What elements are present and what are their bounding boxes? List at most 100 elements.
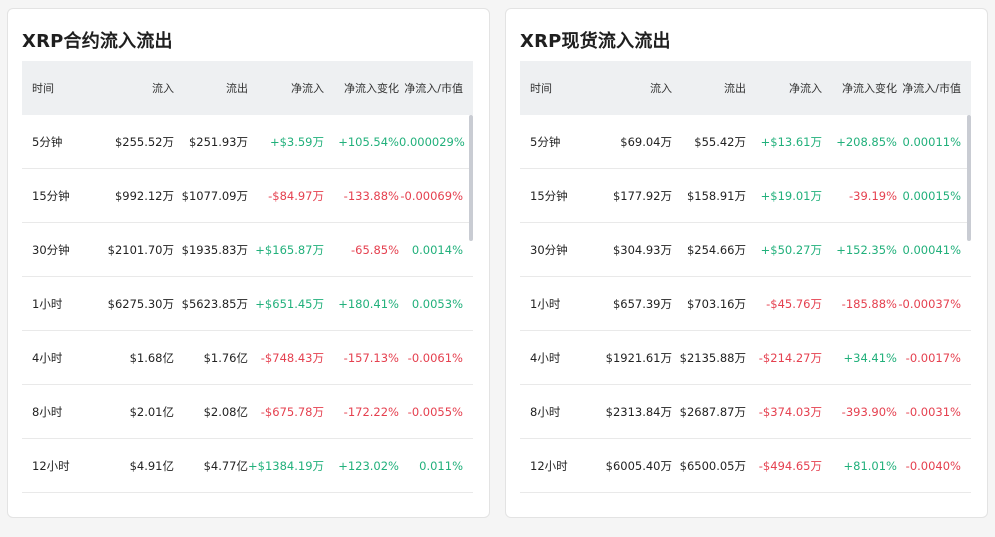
cell-net-change: -39.19% xyxy=(849,188,897,203)
cell-outflow: $4.77亿 xyxy=(203,458,248,473)
cell-net-inflow: +$651.45万 xyxy=(255,296,324,311)
cell-time: 15分钟 xyxy=(530,188,568,203)
cell-net-market-cap: 0.00015% xyxy=(902,188,961,203)
cell-inflow: $992.12万 xyxy=(114,188,174,203)
cell-net-inflow: +$19.01万 xyxy=(760,188,822,203)
cell-outflow: $2.08亿 xyxy=(203,404,248,419)
table-row: 8小时 $2313.84万 $2687.87万 -$374.03万 -393.9… xyxy=(520,385,971,439)
cell-outflow: $254.66万 xyxy=(686,242,746,257)
header-net-change: 净流入变化 xyxy=(344,82,399,95)
cell-inflow: $177.92万 xyxy=(612,188,672,203)
cell-time: 30分钟 xyxy=(530,242,568,257)
cell-inflow: $2313.84万 xyxy=(605,404,672,419)
cell-outflow: $1077.09万 xyxy=(181,188,248,203)
contract-flow-table: 时间 流入 流出 净流入 净流入变化 净流入/市值 5分钟 $255.52万 $… xyxy=(22,61,473,501)
table-row: 15分钟 $992.12万 $1077.09万 -$84.97万 -133.88… xyxy=(22,169,473,223)
cell-net-inflow: -$84.97万 xyxy=(268,188,324,203)
cell-time: 30分钟 xyxy=(32,242,70,257)
cell-net-inflow: +$50.27万 xyxy=(760,242,822,257)
cell-net-change: +123.02% xyxy=(338,458,399,473)
table-row: 8小时 $2.01亿 $2.08亿 -$675.78万 -172.22% -0.… xyxy=(22,385,473,439)
header-time: 时间 xyxy=(32,82,54,95)
cell-net-change: -393.90% xyxy=(841,404,897,419)
cell-net-inflow: -$748.43万 xyxy=(260,350,324,365)
header-inflow: 流入 xyxy=(152,82,174,95)
cell-net-market-cap: 0.0014% xyxy=(411,242,463,257)
cell-inflow: $657.39万 xyxy=(612,296,672,311)
cell-time: 8小时 xyxy=(530,404,561,419)
cell-inflow: $304.93万 xyxy=(612,242,672,257)
table-body: 5分钟 $255.52万 $251.93万 +$3.59万 +105.54% 0… xyxy=(22,115,473,493)
cell-inflow: $255.52万 xyxy=(114,134,174,149)
table-row: 4小时 $1.68亿 $1.76亿 -$748.43万 -157.13% -0.… xyxy=(22,331,473,385)
table-row: 5分钟 $69.04万 $55.42万 +$13.61万 +208.85% 0.… xyxy=(520,115,971,169)
contract-flow-title: XRP合约流入流出 xyxy=(22,31,173,52)
spot-flow-title: XRP现货流入流出 xyxy=(520,31,671,52)
cell-net-inflow: +$165.87万 xyxy=(255,242,324,257)
table-header: 时间 流入 流出 净流入 净流入变化 净流入/市值 xyxy=(520,61,971,115)
cell-time: 15分钟 xyxy=(32,188,70,203)
header-net-market-cap: 净流入/市值 xyxy=(404,82,463,95)
table-row: 5分钟 $255.52万 $251.93万 +$3.59万 +105.54% 0… xyxy=(22,115,473,169)
table-row: 4小时 $1921.61万 $2135.88万 -$214.27万 +34.41… xyxy=(520,331,971,385)
cell-inflow: $6275.30万 xyxy=(107,296,174,311)
cell-net-market-cap: -0.0017% xyxy=(905,350,961,365)
cell-time: 5分钟 xyxy=(530,134,561,149)
cell-net-inflow: -$214.27万 xyxy=(758,350,822,365)
table-scrollbar[interactable] xyxy=(967,115,971,241)
table-row: 15分钟 $177.92万 $158.91万 +$19.01万 -39.19% … xyxy=(520,169,971,223)
header-net-inflow: 净流入 xyxy=(789,82,822,95)
cell-inflow: $69.04万 xyxy=(620,134,672,149)
cell-net-change: +152.35% xyxy=(836,242,897,257)
header-net-market-cap: 净流入/市值 xyxy=(902,82,961,95)
table-row: 30分钟 $2101.70万 $1935.83万 +$165.87万 -65.8… xyxy=(22,223,473,277)
cell-outflow: $158.91万 xyxy=(686,188,746,203)
header-inflow: 流入 xyxy=(650,82,672,95)
cell-net-market-cap: -0.0055% xyxy=(407,404,463,419)
cell-net-change: +105.54% xyxy=(338,134,399,149)
header-net-change: 净流入变化 xyxy=(842,82,897,95)
cell-time: 12小时 xyxy=(32,458,70,473)
header-outflow: 流出 xyxy=(724,82,746,95)
cell-outflow: $6500.05万 xyxy=(679,458,746,473)
spot-flow-table: 时间 流入 流出 净流入 净流入变化 净流入/市值 5分钟 $69.04万 $5… xyxy=(520,61,971,501)
table-row: 12小时 $6005.40万 $6500.05万 -$494.65万 +81.0… xyxy=(520,439,971,493)
cell-net-market-cap: -0.0031% xyxy=(905,404,961,419)
cell-outflow: $251.93万 xyxy=(188,134,248,149)
cell-net-change: +180.41% xyxy=(338,296,399,311)
cell-net-change: +34.41% xyxy=(843,350,898,365)
cell-outflow: $2135.88万 xyxy=(679,350,746,365)
cell-inflow: $4.91亿 xyxy=(129,458,174,473)
table-scrollbar[interactable] xyxy=(469,115,473,241)
cell-time: 4小时 xyxy=(32,350,63,365)
spot-flow-panel: XRP现货流入流出 时间 流入 流出 净流入 净流入变化 净流入/市值 5分钟 … xyxy=(505,8,988,518)
table-body: 5分钟 $69.04万 $55.42万 +$13.61万 +208.85% 0.… xyxy=(520,115,971,493)
cell-net-market-cap: -0.0040% xyxy=(905,458,961,473)
cell-time: 5分钟 xyxy=(32,134,63,149)
cell-inflow: $2.01亿 xyxy=(129,404,174,419)
cell-inflow: $6005.40万 xyxy=(605,458,672,473)
contract-flow-panel: XRP合约流入流出 时间 流入 流出 净流入 净流入变化 净流入/市值 5分钟 … xyxy=(7,8,490,518)
cell-outflow: $1935.83万 xyxy=(181,242,248,257)
cell-time: 1小时 xyxy=(530,296,561,311)
cell-outflow: $55.42万 xyxy=(694,134,746,149)
cell-time: 1小时 xyxy=(32,296,63,311)
table-row: 1小时 $657.39万 $703.16万 -$45.76万 -185.88% … xyxy=(520,277,971,331)
cell-outflow: $1.76亿 xyxy=(203,350,248,365)
cell-time: 8小时 xyxy=(32,404,63,419)
cell-outflow: $5623.85万 xyxy=(181,296,248,311)
cell-inflow: $1.68亿 xyxy=(129,350,174,365)
cell-outflow: $703.16万 xyxy=(686,296,746,311)
cell-net-market-cap: 0.00041% xyxy=(902,242,961,257)
cell-net-change: +208.85% xyxy=(836,134,897,149)
header-net-inflow: 净流入 xyxy=(291,82,324,95)
table-row: 30分钟 $304.93万 $254.66万 +$50.27万 +152.35%… xyxy=(520,223,971,277)
cell-net-inflow: +$3.59万 xyxy=(269,134,324,149)
cell-net-inflow: +$13.61万 xyxy=(760,134,822,149)
cell-time: 4小时 xyxy=(530,350,561,365)
cell-net-inflow: +$1384.19万 xyxy=(248,458,325,473)
cell-net-market-cap: 0.0053% xyxy=(411,296,463,311)
table-row: 1小时 $6275.30万 $5623.85万 +$651.45万 +180.4… xyxy=(22,277,473,331)
cell-net-inflow: -$494.65万 xyxy=(758,458,822,473)
cell-net-market-cap: -0.0061% xyxy=(407,350,463,365)
